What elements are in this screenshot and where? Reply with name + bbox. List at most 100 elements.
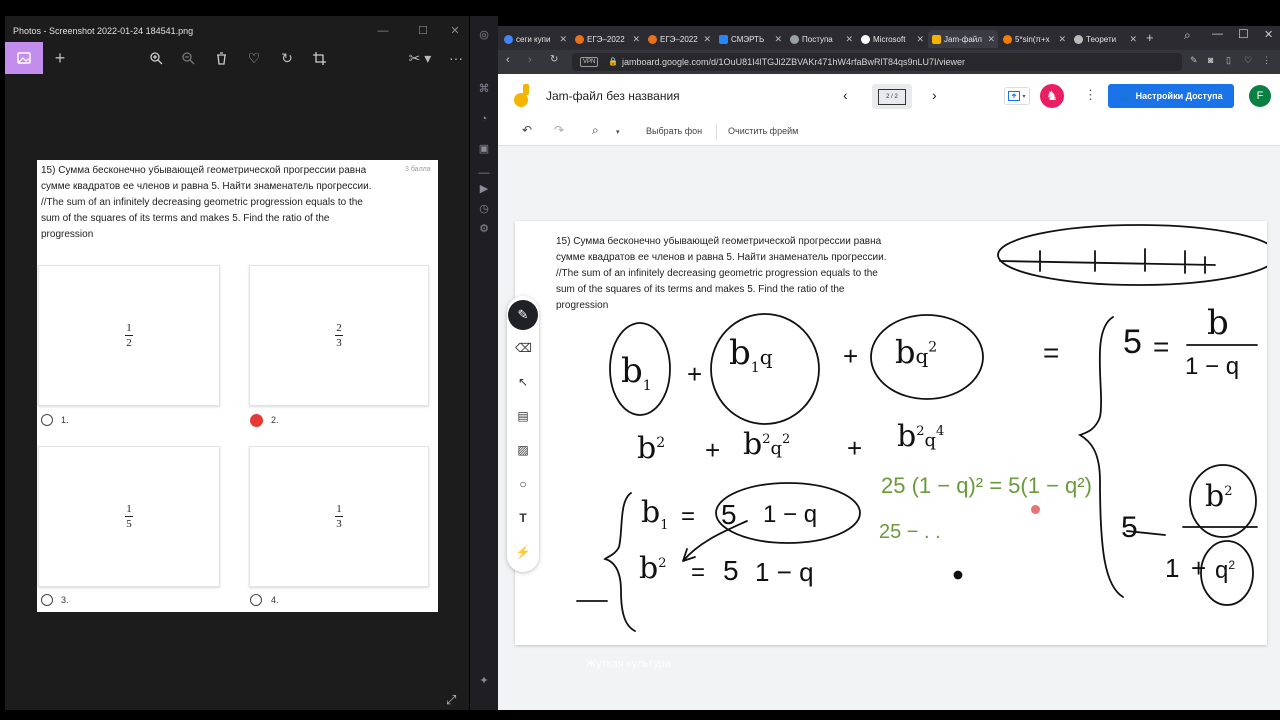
- delete-icon[interactable]: [210, 48, 232, 68]
- text-box-icon[interactable]: T: [515, 510, 531, 526]
- reload-icon[interactable]: ↻: [550, 54, 558, 65]
- tab-label: СМЭРТЬ: [731, 34, 765, 44]
- gallery-button[interactable]: [5, 42, 43, 74]
- jam-frame-canvas[interactable]: 15) Сумма бесконечно убывающей геометрич…: [515, 221, 1267, 645]
- edit-dropdown-icon[interactable]: ✂ ▾: [405, 48, 435, 68]
- hw-one-minus-q: 1 − q: [1185, 353, 1240, 380]
- add-icon[interactable]: +: [49, 48, 71, 68]
- frame-bar-button[interactable]: 2 / 2: [872, 84, 912, 109]
- maximize-icon[interactable]: ☐: [413, 22, 433, 40]
- option-radio-3[interactable]: [41, 594, 53, 606]
- gamepad-icon[interactable]: ⌘: [477, 82, 491, 96]
- history-icon[interactable]: ◷: [477, 202, 491, 216]
- tab-close-icon[interactable]: ✕: [559, 34, 570, 45]
- url-text: jamboard.google.com/d/1OuU81I4lTGJi2ZBVA…: [622, 57, 965, 67]
- tab[interactable]: ЕГЭ–2022 ✕: [644, 30, 714, 48]
- bookmark-icon[interactable]: ▯: [1226, 55, 1231, 66]
- tab-close-icon[interactable]: ✕: [632, 34, 643, 45]
- people-icon: 👤: [1119, 90, 1131, 101]
- tab-active[interactable]: Jam-файл ✕: [928, 30, 998, 48]
- settings-icon[interactable]: ⚙: [477, 222, 491, 236]
- option-radio-2-selected[interactable]: [250, 414, 263, 427]
- option-radio-4[interactable]: [250, 594, 262, 606]
- tab[interactable]: Теорети ✕: [1070, 30, 1140, 48]
- share-settings-button[interactable]: 👤 Настройки Доступа: [1108, 84, 1234, 108]
- clear-frame-button[interactable]: Очистить фрейм: [728, 126, 798, 136]
- tab-close-icon[interactable]: ✕: [1058, 34, 1069, 45]
- tab[interactable]: сеги купи ✕: [500, 30, 570, 48]
- close-icon[interactable]: ✕: [1264, 28, 1273, 41]
- shape-circle-icon[interactable]: ○: [515, 476, 531, 492]
- tab-close-icon[interactable]: ✕: [1129, 34, 1140, 45]
- undo-icon[interactable]: ↶: [522, 123, 532, 137]
- tab-close-icon[interactable]: ✕: [774, 34, 785, 45]
- tab[interactable]: ЕГЭ–2022 ✕: [571, 30, 643, 48]
- edit-icon[interactable]: ✎: [1190, 55, 1198, 66]
- option-card-2[interactable]: 23: [249, 265, 429, 406]
- zoom-in-icon[interactable]: [145, 48, 167, 68]
- tab-close-icon[interactable]: ✕: [987, 34, 998, 45]
- hw-b1q2: bq2: [895, 333, 938, 371]
- new-tab-icon[interactable]: +: [1146, 30, 1154, 45]
- speed-icon[interactable]: ◔: [477, 112, 491, 126]
- tab[interactable]: Поступа ✕: [786, 30, 856, 48]
- rotate-icon[interactable]: ↻: [276, 48, 298, 68]
- set-background-button[interactable]: Выбрать фон: [646, 126, 702, 136]
- browser-logo-icon[interactable]: ◎: [477, 28, 491, 42]
- next-frame-icon[interactable]: ›: [932, 87, 937, 103]
- fraction: 12: [125, 322, 133, 349]
- sticky-note-icon[interactable]: ▤: [515, 408, 531, 424]
- user-avatar[interactable]: ♞: [1040, 84, 1064, 108]
- zoom-icon[interactable]: ⌕: [592, 123, 599, 138]
- url-field[interactable]: VPN 🔒 jamboard.google.com/d/1OuU81I4lTGJ…: [572, 53, 1182, 71]
- heart-icon[interactable]: ♡: [1244, 55, 1252, 66]
- account-avatar[interactable]: F: [1249, 85, 1271, 107]
- option-card-4[interactable]: 13: [249, 446, 429, 587]
- eraser-icon[interactable]: ⌫: [515, 340, 532, 356]
- option-card-3[interactable]: 15: [38, 446, 220, 587]
- tab[interactable]: СМЭРТЬ ✕: [715, 30, 785, 48]
- tab[interactable]: Microsoft ✕: [857, 30, 927, 48]
- option-radio-1[interactable]: [41, 414, 53, 426]
- menu-icon[interactable]: ⋮: [1262, 55, 1271, 66]
- close-icon[interactable]: ✕: [445, 22, 465, 40]
- vpn-badge[interactable]: VPN: [580, 57, 599, 67]
- forward-icon[interactable]: ›: [528, 54, 532, 66]
- big-brace: [1077, 316, 1124, 598]
- jamboard-header: Jam-файл без названия ‹ 2 / 2 › ▾ ♞ ⋮ 👤 …: [498, 74, 1280, 120]
- tab-label: Microsoft: [873, 34, 906, 44]
- jamboard-logo-icon: [514, 84, 529, 107]
- back-icon[interactable]: ‹: [506, 54, 510, 66]
- hw-b1: b1: [621, 351, 652, 394]
- zoom-caret-icon[interactable]: ▾: [616, 128, 620, 136]
- tab-close-icon[interactable]: ✕: [703, 34, 714, 45]
- laser-icon[interactable]: ⚡: [515, 544, 531, 560]
- camera-icon[interactable]: ◙: [1208, 55, 1213, 65]
- minimize-icon[interactable]: —: [1212, 28, 1223, 40]
- present-button[interactable]: ▾: [1004, 87, 1030, 105]
- select-icon[interactable]: ↖: [515, 374, 531, 390]
- maximize-icon[interactable]: ☐: [1238, 27, 1249, 41]
- image-icon[interactable]: ▨: [515, 442, 531, 458]
- tab[interactable]: 5*sin(π+x ✕: [999, 30, 1069, 48]
- zoom-out-icon[interactable]: [177, 48, 199, 68]
- player-icon[interactable]: ▶: [477, 182, 491, 196]
- tab-close-icon[interactable]: ✕: [916, 34, 927, 45]
- more-options-icon[interactable]: ⋮: [1084, 87, 1097, 103]
- jam-file-title[interactable]: Jam-файл без названия: [546, 89, 680, 103]
- toolbar-divider: [716, 124, 717, 140]
- frame-counter: 2 / 2: [878, 88, 906, 105]
- crop-icon[interactable]: [308, 48, 330, 68]
- extensions-icon[interactable]: ✦: [477, 674, 491, 688]
- bag-icon[interactable]: ▣: [477, 142, 491, 156]
- minimize-icon[interactable]: —: [373, 22, 393, 40]
- prev-frame-icon[interactable]: ‹: [843, 87, 848, 103]
- favorite-icon[interactable]: ♡: [243, 48, 265, 68]
- option-card-1[interactable]: 12: [38, 265, 220, 406]
- search-icon[interactable]: ⌕: [1184, 28, 1191, 43]
- pen-tool-button[interactable]: ✎: [508, 300, 538, 330]
- tab-close-icon[interactable]: ✕: [845, 34, 856, 45]
- more-icon[interactable]: ···: [445, 48, 467, 68]
- redo-icon[interactable]: ↷: [554, 123, 564, 137]
- fullscreen-icon[interactable]: ⤢: [446, 692, 456, 708]
